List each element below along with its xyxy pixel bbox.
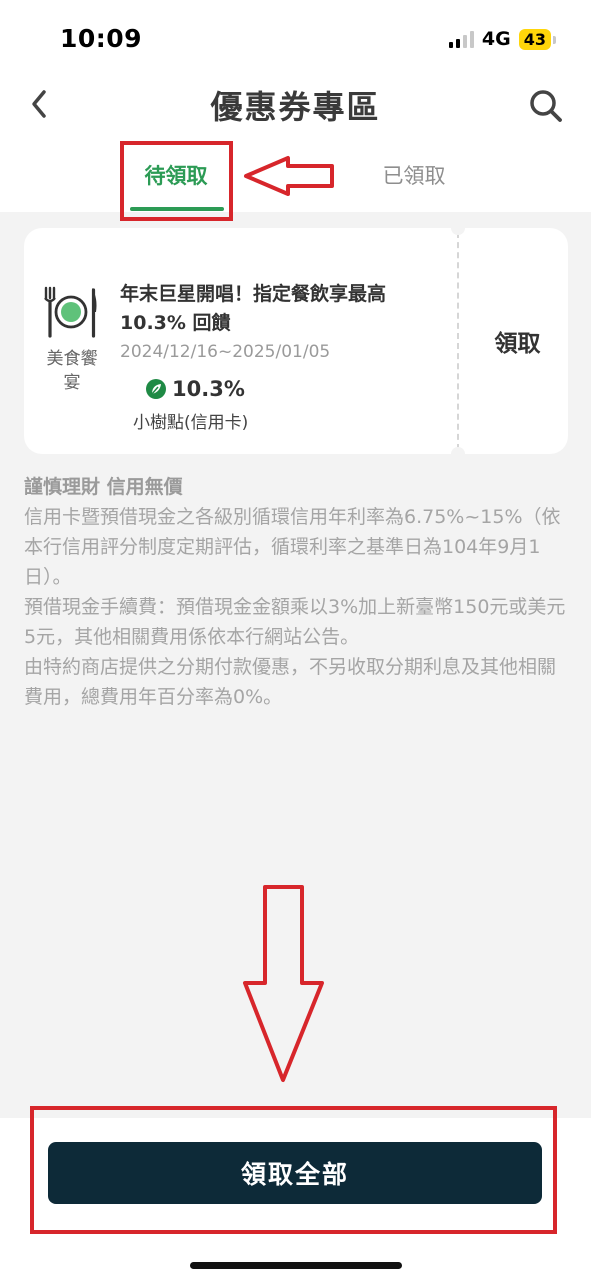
disclaimer-line: 預借現金手續費：預借現金金額乘以3%加上新臺幣150元或美元5元，其他相關費用係… [24, 596, 566, 648]
disclaimer-heading: 謹慎理財 信用無價 [24, 476, 183, 498]
battery-icon: 43 [518, 28, 557, 50]
reward-row: 10.3% [146, 377, 245, 401]
status-bar-indicators: 4G 43 [448, 28, 557, 50]
reward-value: 10.3% [172, 377, 245, 401]
home-indicator [190, 1262, 402, 1269]
status-time: 10:09 [60, 24, 143, 53]
search-icon [530, 90, 562, 122]
dining-icon [44, 286, 97, 338]
coupon-title: 年末巨星開唱！指定餐飲享最高10.3% 回饋 [120, 283, 387, 334]
arrow-down-icon [243, 885, 324, 1082]
leaf-point-icon [146, 379, 166, 399]
claim-button[interactable]: 領取 [470, 324, 565, 358]
coupon-dates: 2024/12/16~2025/01/05 [120, 342, 331, 362]
coupon-divider [457, 232, 459, 450]
disclaimer-line: 由特約商店提供之分期付款優惠，不另收取分期利息及其他相關費用，總費用年百分率為0… [24, 656, 557, 708]
coupon-notch [451, 447, 465, 461]
annotation-highlight-tab [120, 141, 233, 221]
disclaimer-line: 信用卡暨預借現金之各級別循環信用年利率為6.75%~15%（依本行信用評分制度定… [24, 506, 561, 588]
page-title: 優惠券專區 [210, 88, 381, 126]
category-label: 美食饗宴 [46, 349, 98, 393]
signal-icon [448, 30, 474, 48]
coupon-notch [451, 221, 465, 235]
network-type: 4G [481, 28, 511, 50]
disclaimer: 謹慎理財 信用無價 信用卡暨預借現金之各級別循環信用年利率為6.75%~15%（… [24, 472, 572, 712]
annotation-highlight-claim-all [30, 1106, 557, 1234]
search-button[interactable] [528, 88, 564, 124]
reward-label: 小樹點(信用卡) [133, 413, 249, 433]
tab-claimed[interactable]: 已領取 [360, 160, 468, 190]
